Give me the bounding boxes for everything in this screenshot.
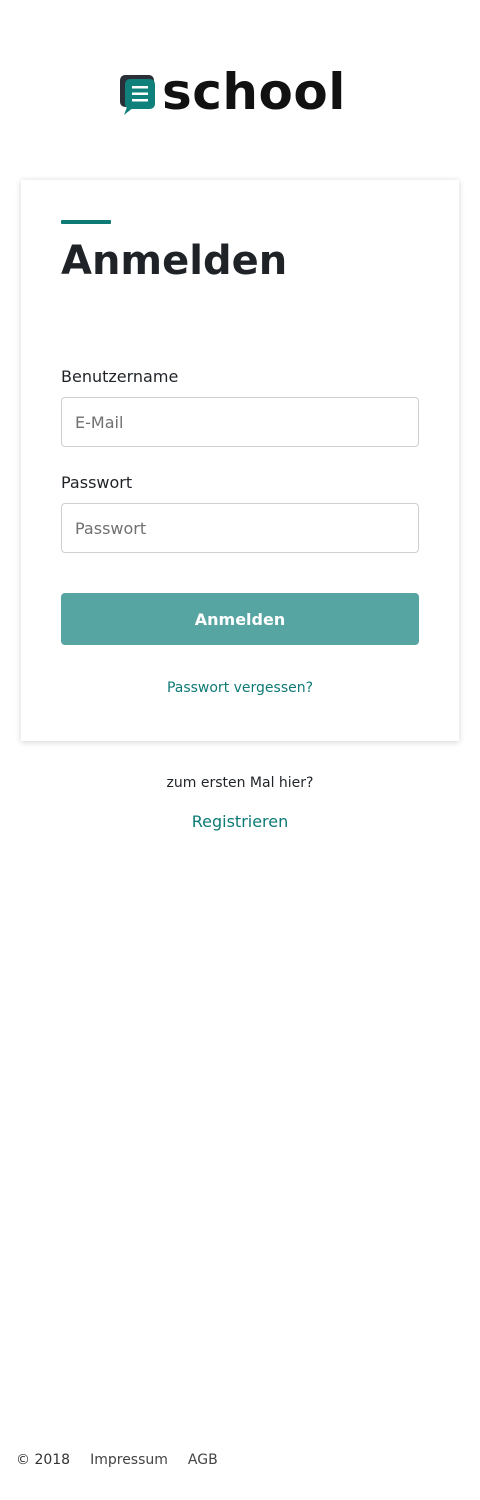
register-link[interactable]: Registrieren [0, 812, 480, 831]
first-time-prompt: zum ersten Mal hier? [166, 775, 314, 791]
password-field[interactable] [61, 503, 419, 553]
footer-link-agb[interactable]: AGB [188, 1452, 218, 1468]
copyright-text: © 2018 [16, 1452, 71, 1468]
footer-link-impressum[interactable]: Impressum [90, 1452, 168, 1468]
brand-name: school [162, 63, 346, 121]
login-button[interactable]: Anmelden [61, 593, 419, 645]
title-accent-bar [61, 220, 111, 224]
chat-bubble-lines-icon [120, 75, 155, 115]
footer: © 2018 Impressum AGB [16, 1452, 238, 1468]
username-label: Benutzername [61, 367, 179, 386]
login-page: school Anmelden Benutzername Passwort An… [0, 0, 480, 1500]
brand-logo[interactable]: school [118, 62, 346, 122]
login-card: Anmelden Benutzername Passwort Anmelden … [21, 180, 459, 741]
password-label: Passwort [61, 473, 133, 492]
forgot-password-link[interactable]: Passwort vergessen? [21, 680, 459, 696]
email-field[interactable] [61, 397, 419, 447]
page-title: Anmelden [61, 238, 288, 284]
